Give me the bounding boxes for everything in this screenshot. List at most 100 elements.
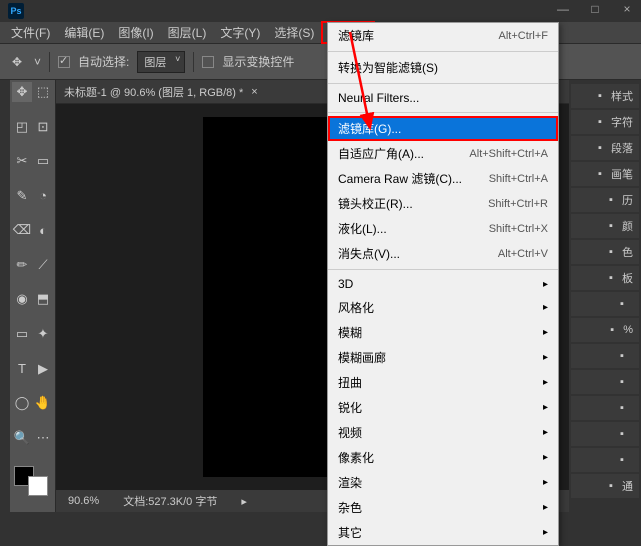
tool-14[interactable]: ▭ <box>12 324 32 344</box>
maximize-button[interactable]: □ <box>585 2 605 16</box>
panel-tab-9[interactable]: ▪% <box>571 318 639 342</box>
filter-menu-item-8[interactable]: Camera Raw 滤镜(C)... Shift+Ctrl+A <box>328 166 558 191</box>
panel-tab-11[interactable]: ▪ <box>571 370 639 394</box>
tool-10[interactable]: ✏ <box>12 255 32 275</box>
dropdown-caret-icon[interactable]: ˅ <box>34 55 41 69</box>
menu-item-shortcut: Alt+Ctrl+V <box>498 248 548 260</box>
menu-item-label: 消失点(V)... <box>338 245 400 262</box>
menu-1[interactable]: 编辑(E) <box>57 21 111 44</box>
menu-item-label: 转换为智能滤镜(S) <box>338 59 438 76</box>
panel-tab-3[interactable]: ▪ 画笔 <box>571 162 639 186</box>
panel-icon: ▪ <box>593 167 607 181</box>
menu-3[interactable]: 图层(L) <box>161 21 214 44</box>
filter-menu-item-15[interactable]: 模糊 <box>328 320 558 345</box>
panel-tab-1[interactable]: ▪字符 <box>571 110 639 134</box>
tool-7[interactable]: ◔ <box>33 186 53 206</box>
panel-icon: ▪ <box>593 89 607 103</box>
filter-menu-item-16[interactable]: 模糊画廊 <box>328 345 558 370</box>
tool-15[interactable]: ✦ <box>33 324 53 344</box>
tool-5[interactable]: ▭ <box>33 151 53 171</box>
tool-20[interactable]: 🔍 <box>12 428 32 448</box>
tool-17[interactable]: ▶ <box>33 359 53 379</box>
filter-menu-item-6[interactable]: 滤镜库(G)... <box>328 116 558 141</box>
menu-item-label: 其它 <box>338 524 362 541</box>
auto-select-target[interactable]: 图层 <box>137 51 185 73</box>
menu-2[interactable]: 图像(I) <box>111 21 160 44</box>
panel-tab-label: 字符 <box>611 114 633 130</box>
panel-icon: ▪ <box>604 271 618 285</box>
tool-12[interactable]: ◉ <box>12 289 32 309</box>
tool-18[interactable]: ◯ <box>12 393 32 413</box>
doc-status: 文档:527.3K/0 字节 <box>123 493 217 509</box>
menu-0[interactable]: 文件(F) <box>4 21 57 44</box>
status-caret-icon[interactable]: ▸ <box>241 495 247 508</box>
panel-tab-5[interactable]: ▪颜 <box>571 214 639 238</box>
panel-tab-13[interactable]: ▪ <box>571 422 639 446</box>
toolbox: ✥⬚◰⊡✂▭✎◔⌫◐✏⟋◉⬒▭✦T▶◯🤚🔍⋯ <box>10 80 56 512</box>
filter-menu-item-0[interactable]: 滤镜库Alt+Ctrl+F <box>328 23 558 48</box>
menu-item-shortcut: Shift+Ctrl+A <box>489 173 548 185</box>
show-transform-label: 显示变换控件 <box>222 53 294 70</box>
panel-icon: ▪ <box>615 453 629 467</box>
tool-3[interactable]: ⊡ <box>33 117 53 137</box>
auto-select-checkbox[interactable] <box>58 56 70 68</box>
tool-2[interactable]: ◰ <box>12 117 32 137</box>
panel-tab-4[interactable]: ▪历 <box>571 188 639 212</box>
filter-menu-item-18[interactable]: 锐化 <box>328 395 558 420</box>
filter-menu-item-20[interactable]: 像素化 <box>328 445 558 470</box>
panel-tab-label: 通 <box>622 478 633 494</box>
panel-tab-2[interactable]: ▪段落 <box>571 136 639 160</box>
panel-tab-15[interactable]: ▪通 <box>571 474 639 498</box>
menu-item-label: 锐化 <box>338 399 362 416</box>
menu-item-label: 镜头校正(R)... <box>338 195 413 212</box>
menu-separator <box>328 51 558 52</box>
minimize-button[interactable]: — <box>553 2 573 16</box>
tool-19[interactable]: 🤚 <box>33 393 53 413</box>
panel-tab-10[interactable]: ▪ <box>571 344 639 368</box>
filter-menu-item-22[interactable]: 杂色 <box>328 495 558 520</box>
tool-21[interactable]: ⋯ <box>33 428 53 448</box>
filter-menu-item-7[interactable]: 自适应广角(A)...Alt+Shift+Ctrl+A <box>328 141 558 166</box>
panel-tab-label: 板 <box>622 270 633 286</box>
panel-tab-8[interactable]: ▪ <box>571 292 639 316</box>
panel-tab-label: 历 <box>622 192 633 208</box>
menu-item-shortcut: Alt+Ctrl+F <box>498 30 548 42</box>
panel-tab-14[interactable]: ▪ <box>571 448 639 472</box>
panel-icon: ▪ <box>604 245 618 259</box>
show-transform-checkbox[interactable] <box>202 56 214 68</box>
menu-4[interactable]: 文字(Y) <box>213 21 267 44</box>
tool-8[interactable]: ⌫ <box>12 220 32 240</box>
filter-menu-item-23[interactable]: 其它 <box>328 520 558 545</box>
tool-0[interactable]: ✥ <box>12 82 32 102</box>
tool-11[interactable]: ⟋ <box>33 255 53 275</box>
filter-menu-item-21[interactable]: 渲染 <box>328 470 558 495</box>
color-swatches[interactable] <box>12 466 50 496</box>
panel-tab-12[interactable]: ▪ <box>571 396 639 420</box>
close-tab-icon[interactable]: × <box>251 86 257 98</box>
tool-1[interactable]: ⬚ <box>33 82 53 102</box>
filter-menu-item-11[interactable]: 消失点(V)... Alt+Ctrl+V <box>328 241 558 266</box>
panel-tab-0[interactable]: ▪样式 <box>571 84 639 108</box>
background-swatch[interactable] <box>28 476 48 496</box>
tool-6[interactable]: ✎ <box>12 186 32 206</box>
filter-menu-item-9[interactable]: 镜头校正(R)...Shift+Ctrl+R <box>328 191 558 216</box>
filter-menu-item-4[interactable]: Neural Filters... <box>328 87 558 109</box>
close-button[interactable]: × <box>617 2 637 16</box>
panel-tab-label: 画笔 <box>611 166 633 182</box>
panel-tab-7[interactable]: ▪板 <box>571 266 639 290</box>
filter-menu-item-13[interactable]: 3D <box>328 273 558 295</box>
filter-menu-item-10[interactable]: 液化(L)...Shift+Ctrl+X <box>328 216 558 241</box>
tool-16[interactable]: T <box>12 359 32 379</box>
menu-5[interactable]: 选择(S) <box>267 21 321 44</box>
tool-9[interactable]: ◐ <box>33 220 53 240</box>
panel-tab-6[interactable]: ▪色 <box>571 240 639 264</box>
menu-item-label: Camera Raw 滤镜(C)... <box>338 170 462 187</box>
filter-menu-item-17[interactable]: 扭曲 <box>328 370 558 395</box>
zoom-level[interactable]: 90.6% <box>68 495 99 507</box>
filter-menu-item-2[interactable]: 转换为智能滤镜(S) <box>328 55 558 80</box>
filter-menu-item-14[interactable]: 风格化 <box>328 295 558 320</box>
tool-13[interactable]: ⬒ <box>33 289 53 309</box>
filter-menu-item-19[interactable]: 视频 <box>328 420 558 445</box>
menu-item-label: 模糊 <box>338 324 362 341</box>
tool-4[interactable]: ✂ <box>12 151 32 171</box>
